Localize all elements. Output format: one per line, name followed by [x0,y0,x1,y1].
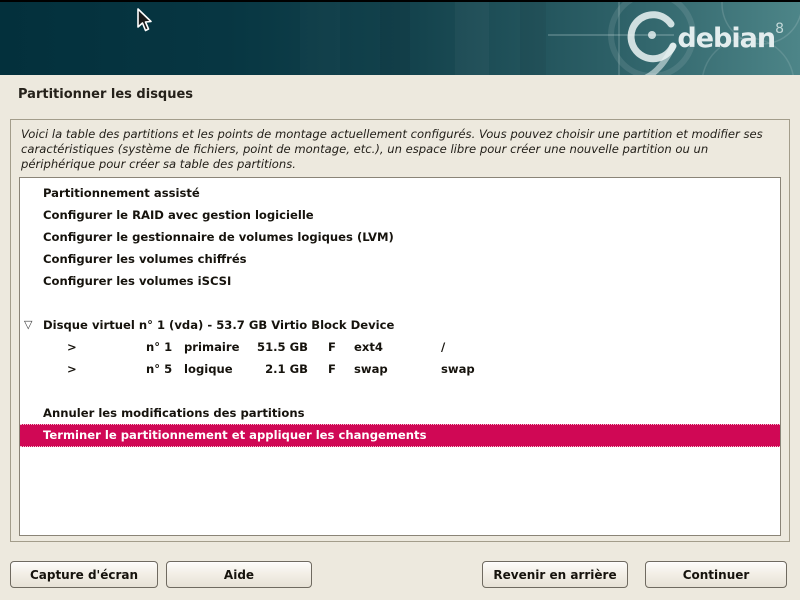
partition-filesystem: ext4 [354,336,441,358]
list-item-configure-lvm[interactable]: Configurer le gestionnaire de volumes lo… [20,226,780,248]
partition-format-flag: F [328,336,354,358]
partition-filesystem: swap [354,358,441,380]
page-description: Voici la table des partitions et les poi… [11,120,789,172]
partition-mountpoint: swap [441,358,780,380]
brand-name: debian [677,23,775,54]
main-frame: Voici la table des partitions et les poi… [10,119,790,542]
partition-mountpoint: / [441,336,780,358]
partition-gap [308,358,328,380]
list-item-finish-partitioning[interactable]: Terminer le partitionnement et appliquer… [20,424,780,447]
partition-gap [308,336,328,358]
list-item-partition-5[interactable]: > n° 5 logique 2.1 GB F swap swap [20,358,780,380]
list-item-configure-raid[interactable]: Configurer le RAID avec gestion logiciel… [20,204,780,226]
screenshot-button[interactable]: Capture d'écran [10,561,158,588]
partition-number: n° 5 [146,358,184,380]
partition-type: primaire [184,336,254,358]
partition-size: 51.5 GB [254,336,308,358]
mouse-cursor-icon [136,8,154,34]
help-button[interactable]: Aide [166,561,312,588]
list-item-partition-1[interactable]: > n° 1 primaire 51.5 GB F ext4 / [20,336,780,358]
list-item-undo-changes[interactable]: Annuler les modifications des partitions [20,402,780,424]
partition-list: Partitionnement assisté Configurer le RA… [19,177,781,536]
partition-format-flag: F [328,358,354,380]
title-bar: Partitionner les disques [0,77,800,117]
brand-logo-text: debian8 [677,22,784,52]
expander-open-icon[interactable]: ▽ [24,314,40,336]
list-item-disk-vda[interactable]: ▽ Disque virtuel n° 1 (vda) - 53.7 GB Vi… [20,314,780,336]
partition-marker-icon: > [67,336,146,358]
list-spacer [20,380,780,402]
list-item-guided-partitioning[interactable]: Partitionnement assisté [20,182,780,204]
page-title: Partitionner les disques [0,77,800,102]
disk-label: Disque virtuel n° 1 (vda) - 53.7 GB Virt… [43,318,394,332]
list-item-configure-encrypted[interactable]: Configurer les volumes chiffrés [20,248,780,270]
partition-size: 2.1 GB [254,358,308,380]
partition-number: n° 1 [146,336,184,358]
list-spacer [20,292,780,314]
go-back-button[interactable]: Revenir en arrière [482,561,628,588]
continue-button[interactable]: Continuer [645,561,787,588]
brand-version: 8 [775,21,784,37]
header-banner: debian8 [0,0,800,75]
list-item-configure-iscsi[interactable]: Configurer les volumes iSCSI [20,270,780,292]
debian-swirl-logo [631,15,673,75]
partition-type: logique [184,358,254,380]
partition-marker-icon: > [67,358,146,380]
